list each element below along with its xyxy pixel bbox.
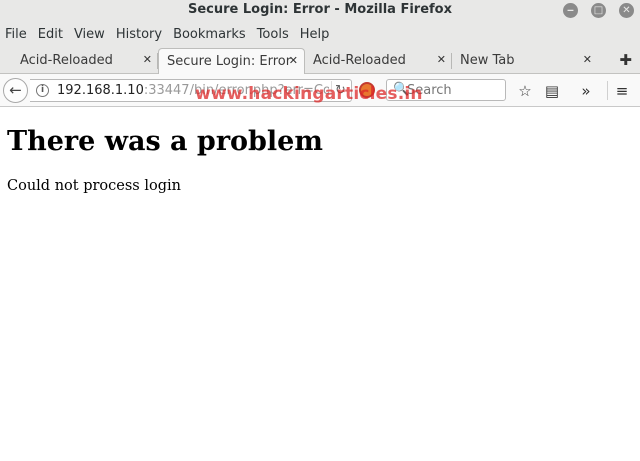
search-input[interactable] <box>407 81 503 99</box>
minimize-button[interactable]: ‒ <box>563 3 578 18</box>
tab-close-icon[interactable]: ✕ <box>289 54 298 67</box>
error-message: Could not process login <box>7 178 181 194</box>
toolbar-divider <box>607 81 608 100</box>
menu-tools[interactable]: Tools <box>257 27 289 42</box>
reload-icon[interactable]: ↻ <box>331 81 349 100</box>
new-tab-plus-icon[interactable]: ✚ <box>619 51 632 69</box>
url-text[interactable]: 192.168.1.10:33447/bin/error.php?err=Cou <box>57 83 329 98</box>
tab-label: Acid-Reloaded <box>20 53 113 68</box>
hamburger-menu-icon[interactable]: ≡ <box>612 81 632 101</box>
page-heading: There was a problem <box>7 126 323 157</box>
tab-new-tab[interactable]: New Tab ✕ <box>452 48 598 74</box>
tab-close-icon[interactable]: ✕ <box>437 53 446 66</box>
tab-label: Acid-Reloaded <box>313 53 406 68</box>
back-arrow-icon[interactable]: ← <box>3 78 28 103</box>
url-path: :33447/bin/error.php?err=Cou <box>143 83 329 98</box>
close-window-button[interactable]: ✕ <box>619 3 634 18</box>
navigation-toolbar: ← i 192.168.1.10:33447/bin/error.php?err… <box>0 74 640 107</box>
menu-view[interactable]: View <box>74 27 105 42</box>
tab-label: New Tab <box>460 53 515 68</box>
url-bar[interactable]: i 192.168.1.10:33447/bin/error.php?err=C… <box>30 79 352 102</box>
menu-file[interactable]: File <box>5 27 27 42</box>
tab-label: Secure Login: Error <box>167 54 292 69</box>
search-bar[interactable]: 🔍 <box>386 79 506 101</box>
menu-history[interactable]: History <box>116 27 162 42</box>
menu-edit[interactable]: Edit <box>38 27 63 42</box>
tab-close-icon[interactable]: ✕ <box>143 53 152 66</box>
tab-secure-login-error[interactable]: Secure Login: Error ✕ <box>158 48 305 74</box>
tab-close-icon[interactable]: ✕ <box>583 53 592 66</box>
maximize-button[interactable]: □ <box>591 3 606 18</box>
toolbar-overflow-icon[interactable]: » <box>576 81 596 101</box>
tab-strip: Acid-Reloaded ✕ Secure Login: Error ✕ Ac… <box>0 46 640 74</box>
window-title: Secure Login: Error - Mozilla Firefox <box>188 2 452 17</box>
tab-acid-reloaded-1[interactable]: Acid-Reloaded ✕ <box>12 48 158 74</box>
extension-icon[interactable] <box>359 82 375 98</box>
page-content: There was a problem Could not process lo… <box>0 108 640 461</box>
menu-bookmarks[interactable]: Bookmarks <box>173 27 246 42</box>
bookmark-star-icon[interactable]: ☆ <box>515 81 535 101</box>
window-titlebar: Secure Login: Error - Mozilla Firefox ‒ … <box>0 0 640 22</box>
menu-help[interactable]: Help <box>300 27 330 42</box>
reading-list-icon[interactable]: ▤ <box>542 81 562 101</box>
tab-acid-reloaded-2[interactable]: Acid-Reloaded ✕ <box>305 48 452 74</box>
url-host: 192.168.1.10 <box>57 83 144 98</box>
menu-bar: File Edit View History Bookmarks Tools H… <box>0 22 640 46</box>
site-info-icon[interactable]: i <box>36 84 49 97</box>
